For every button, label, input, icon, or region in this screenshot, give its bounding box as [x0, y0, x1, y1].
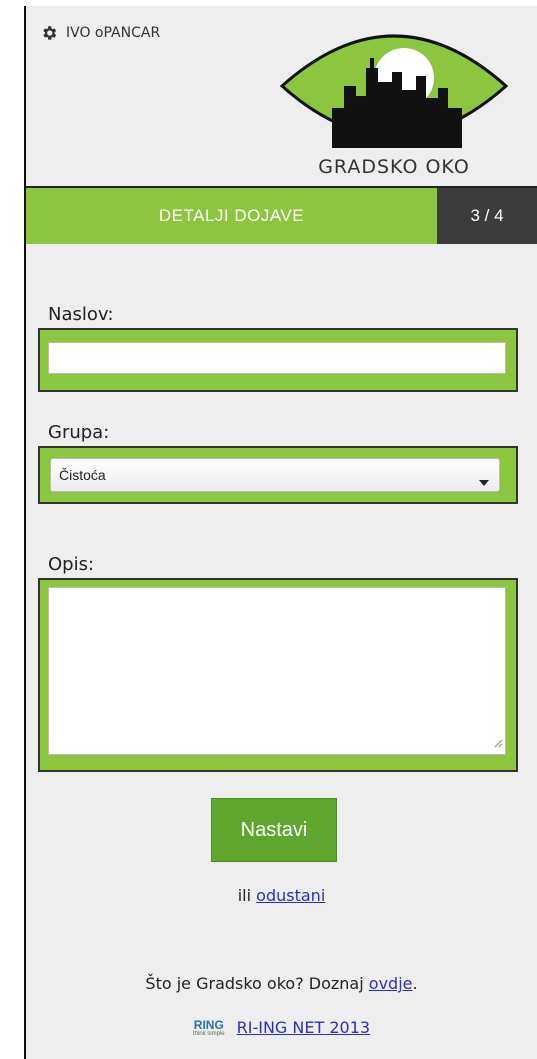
- resize-handle-icon[interactable]: [493, 733, 503, 752]
- about-line: Što je Gradsko oko? Doznaj ovdje.: [26, 974, 537, 993]
- footer: RING think simple RI-ING NET 2013: [26, 1018, 537, 1037]
- ring-logo-subtext: think simple: [192, 1030, 225, 1037]
- cancel-prefix: ili: [237, 886, 252, 905]
- title-input[interactable]: [48, 342, 506, 374]
- description-field-wrapper: [38, 578, 518, 772]
- cancel-link[interactable]: odustani: [256, 886, 325, 905]
- about-text: Što je Gradsko oko? Doznaj: [145, 974, 364, 993]
- ring-logo: RING think simple: [193, 1019, 225, 1037]
- group-selected-value: Čistoća: [59, 467, 106, 483]
- step-title: DETALJI DOJAVE: [26, 188, 437, 244]
- continue-button[interactable]: Nastavi: [211, 798, 337, 862]
- logo-text: GRADSKO OKO: [318, 156, 470, 178]
- company-link[interactable]: RI-ING NET 2013: [237, 1018, 370, 1037]
- user-name: IVO oPANCAR: [66, 25, 161, 41]
- description-label: Opis:: [48, 554, 95, 575]
- about-suffix: .: [412, 974, 418, 993]
- group-label: Grupa:: [48, 422, 110, 443]
- title-field-wrapper: [38, 328, 518, 392]
- app-frame: IVO oPANCAR GRADSKO OKO DETALJI DOJAVE 3…: [24, 6, 537, 1059]
- title-label: Naslov:: [48, 304, 114, 325]
- group-field-wrapper: Čistoća: [38, 446, 518, 504]
- about-link[interactable]: ovdje: [369, 974, 413, 993]
- group-select[interactable]: Čistoća: [50, 458, 500, 492]
- step-indicator: 3 / 4: [437, 188, 537, 244]
- user-menu[interactable]: IVO oPANCAR: [40, 24, 160, 42]
- cancel-line: ili odustani: [26, 886, 537, 905]
- chevron-down-icon: [479, 473, 489, 489]
- app-logo: GRADSKO OKO: [274, 16, 514, 181]
- gear-icon: [40, 24, 58, 42]
- progress-bar: DETALJI DOJAVE 3 / 4: [26, 188, 537, 244]
- eye-logo-graphic: [279, 34, 509, 148]
- description-textarea[interactable]: [48, 587, 506, 755]
- ring-logo-text: RING: [193, 1017, 224, 1032]
- header: IVO oPANCAR GRADSKO OKO: [26, 6, 537, 186]
